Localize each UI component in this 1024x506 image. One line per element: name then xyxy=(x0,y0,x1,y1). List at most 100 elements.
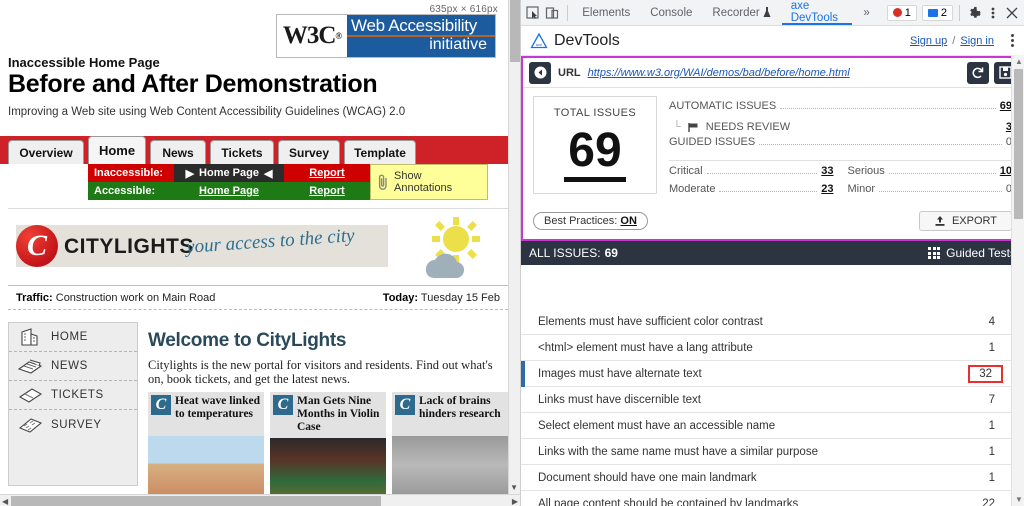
page-vertical-scrollbar[interactable]: ▼ xyxy=(508,0,520,494)
best-practices-toggle[interactable]: Best Practices: ON xyxy=(533,212,648,230)
message-dot-icon xyxy=(927,8,938,17)
site-logo-icon[interactable]: C xyxy=(16,225,58,267)
back-arrow-icon[interactable] xyxy=(529,61,551,84)
issue-row[interactable]: Links with the same name must have a sim… xyxy=(521,439,1011,465)
tab-tickets[interactable]: Tickets xyxy=(210,140,274,164)
issue-count-highlighted: 32 xyxy=(968,364,1003,383)
page-horizontal-scroll-thumb[interactable] xyxy=(11,496,381,506)
site-side-nav: HOME NEWS TICKETS SURVEY xyxy=(8,322,138,486)
inspect-element-icon[interactable] xyxy=(525,3,542,23)
tab-elements[interactable]: Elements xyxy=(573,0,639,25)
w3c-registered-mark: ® xyxy=(335,31,342,41)
issue-row-selected[interactable]: Images must have alternate text 32 xyxy=(521,361,1011,387)
issue-row[interactable]: All page content should be contained by … xyxy=(521,491,1011,506)
sidebar-item-tickets[interactable]: TICKETS xyxy=(9,381,137,410)
leader-dots xyxy=(879,191,1002,192)
news-card[interactable]: C Heat wave linked to temperatures xyxy=(148,392,264,506)
issue-name: Images must have alternate text xyxy=(538,367,702,380)
moderate-label: Moderate xyxy=(669,183,716,195)
tab-home[interactable]: Home xyxy=(88,136,146,164)
sign-in-link[interactable]: Sign in xyxy=(960,35,994,47)
issue-count: 1 xyxy=(988,341,995,354)
devtools-vertical-scrollbar[interactable]: ▲ ▼ xyxy=(1011,55,1024,506)
message-count-badge[interactable]: 2 xyxy=(921,4,953,21)
best-practices-state: ON xyxy=(620,215,637,227)
sidebar-item-home[interactable]: HOME xyxy=(9,323,137,352)
page-horizontal-scrollbar[interactable]: ◀ ▶ xyxy=(0,494,520,506)
sign-up-link[interactable]: Sign up xyxy=(910,35,947,47)
close-icon[interactable] xyxy=(1003,3,1020,23)
news-card-title: Man Gets Nine Months in Violin Case xyxy=(297,395,380,433)
error-count-badge[interactable]: 1 xyxy=(886,4,917,21)
issue-row[interactable]: Document should have one main landmark 1 xyxy=(521,465,1011,491)
best-practices-row: Best Practices: ON EXPORT xyxy=(523,207,1022,239)
accessible-page-link[interactable]: Home Page xyxy=(199,185,259,197)
tab-recorder[interactable]: Recorder xyxy=(703,0,779,25)
url-row: URL https://www.w3.org/WAI/demos/bad/bef… xyxy=(523,58,1022,88)
grid-icon xyxy=(928,247,941,259)
scroll-left-arrow-icon[interactable]: ◀ xyxy=(2,497,8,506)
automatic-issues-label: AUTOMATIC ISSUES xyxy=(669,100,777,112)
news-card-title: Heat wave linked to temperatures xyxy=(175,395,260,420)
devtools-scroll-thumb[interactable] xyxy=(1014,69,1023,219)
tab-news[interactable]: News xyxy=(150,140,206,164)
traffic-bar: Traffic: Construction work on Main Road … xyxy=(8,288,508,310)
building-icon xyxy=(21,328,38,346)
serious-label: Serious xyxy=(847,165,885,177)
url-actions xyxy=(967,61,1016,84)
sidebar-item-news[interactable]: NEWS xyxy=(9,352,137,381)
rescan-icon[interactable] xyxy=(967,61,989,84)
news-card[interactable]: C Lack of brains hinders research xyxy=(392,392,508,506)
scroll-up-arrow-icon[interactable]: ▲ xyxy=(1015,57,1023,66)
today-text: Tuesday 15 Feb xyxy=(420,292,500,304)
news-card[interactable]: C Man Gets Nine Months in Violin Case xyxy=(270,392,386,506)
issue-name: Links with the same name must have a sim… xyxy=(538,445,818,458)
guided-tests-button[interactable]: Guided Tests xyxy=(928,246,1016,260)
news-card-header: C Man Gets Nine Months in Violin Case xyxy=(270,392,386,438)
moderate-value[interactable]: 23 xyxy=(821,183,833,195)
scroll-down-arrow-icon[interactable]: ▼ xyxy=(510,483,518,492)
critical-value[interactable]: 33 xyxy=(821,165,833,177)
axe-logo-icon: axe xyxy=(530,32,548,48)
accessible-report-cell[interactable]: Report xyxy=(284,182,370,200)
page-vertical-scroll-thumb[interactable] xyxy=(510,0,520,62)
inaccessible-report-link[interactable]: Report xyxy=(309,167,344,179)
traffic-label: Traffic: xyxy=(16,292,53,304)
device-toolbar-icon[interactable] xyxy=(544,3,561,23)
issue-row[interactable]: Elements must have sufficient color cont… xyxy=(521,309,1011,335)
tab-overview[interactable]: Overview xyxy=(8,140,84,164)
issue-name: <html> element must have a lang attribut… xyxy=(538,341,753,354)
tab-axe-devtools[interactable]: axe DevTools xyxy=(781,0,853,25)
inaccessible-report-cell[interactable]: Report xyxy=(284,164,370,182)
demo-tab-strip: Overview Home News Tickets Survey Templa… xyxy=(0,136,520,164)
leader-dots xyxy=(780,108,996,109)
page-subtitle: Inaccessible Home Page xyxy=(8,55,160,70)
issue-stats: AUTOMATIC ISSUES 69 └ NEEDS REVIEW 3 GUI… xyxy=(669,96,1012,201)
stats-divider xyxy=(669,160,1012,161)
export-button[interactable]: EXPORT xyxy=(918,211,1012,231)
issue-row[interactable]: <html> element must have a lang attribut… xyxy=(521,335,1011,361)
total-issues-value: 69 xyxy=(564,125,626,182)
scanned-url[interactable]: https://www.w3.org/WAI/demos/bad/before/… xyxy=(588,67,850,79)
tab-console[interactable]: Console xyxy=(641,0,701,25)
show-annotations-button[interactable]: Show Annotations xyxy=(370,164,488,200)
accessible-report-link[interactable]: Report xyxy=(309,185,344,197)
scroll-right-arrow-icon[interactable]: ▶ xyxy=(512,497,518,506)
sidebar-item-survey[interactable]: SURVEY xyxy=(9,410,137,439)
inaccessible-page-label: Home Page xyxy=(199,167,259,179)
accessible-page-cell[interactable]: Home Page xyxy=(174,182,284,200)
issue-row[interactable]: Links must have discernible text 7 xyxy=(521,387,1011,413)
gear-icon[interactable] xyxy=(966,3,983,23)
w3c-wai-logo: W3C ® Web Accessibility initiative xyxy=(276,14,496,58)
tab-overflow-icon[interactable]: » xyxy=(854,0,878,25)
issue-count: 4 xyxy=(988,315,995,328)
issue-row[interactable]: Select element must have an accessible n… xyxy=(521,413,1011,439)
auth-separator: / xyxy=(952,34,956,47)
axe-panel-menu-icon[interactable] xyxy=(1002,34,1022,47)
page-tagline: Improving a Web site using Web Content A… xyxy=(8,106,406,118)
scroll-down-arrow-icon[interactable]: ▼ xyxy=(1015,495,1023,504)
tab-survey[interactable]: Survey xyxy=(278,140,340,164)
kebab-menu-icon[interactable] xyxy=(984,3,1001,23)
issue-count: 1 xyxy=(988,471,995,484)
tab-template[interactable]: Template xyxy=(344,140,416,164)
